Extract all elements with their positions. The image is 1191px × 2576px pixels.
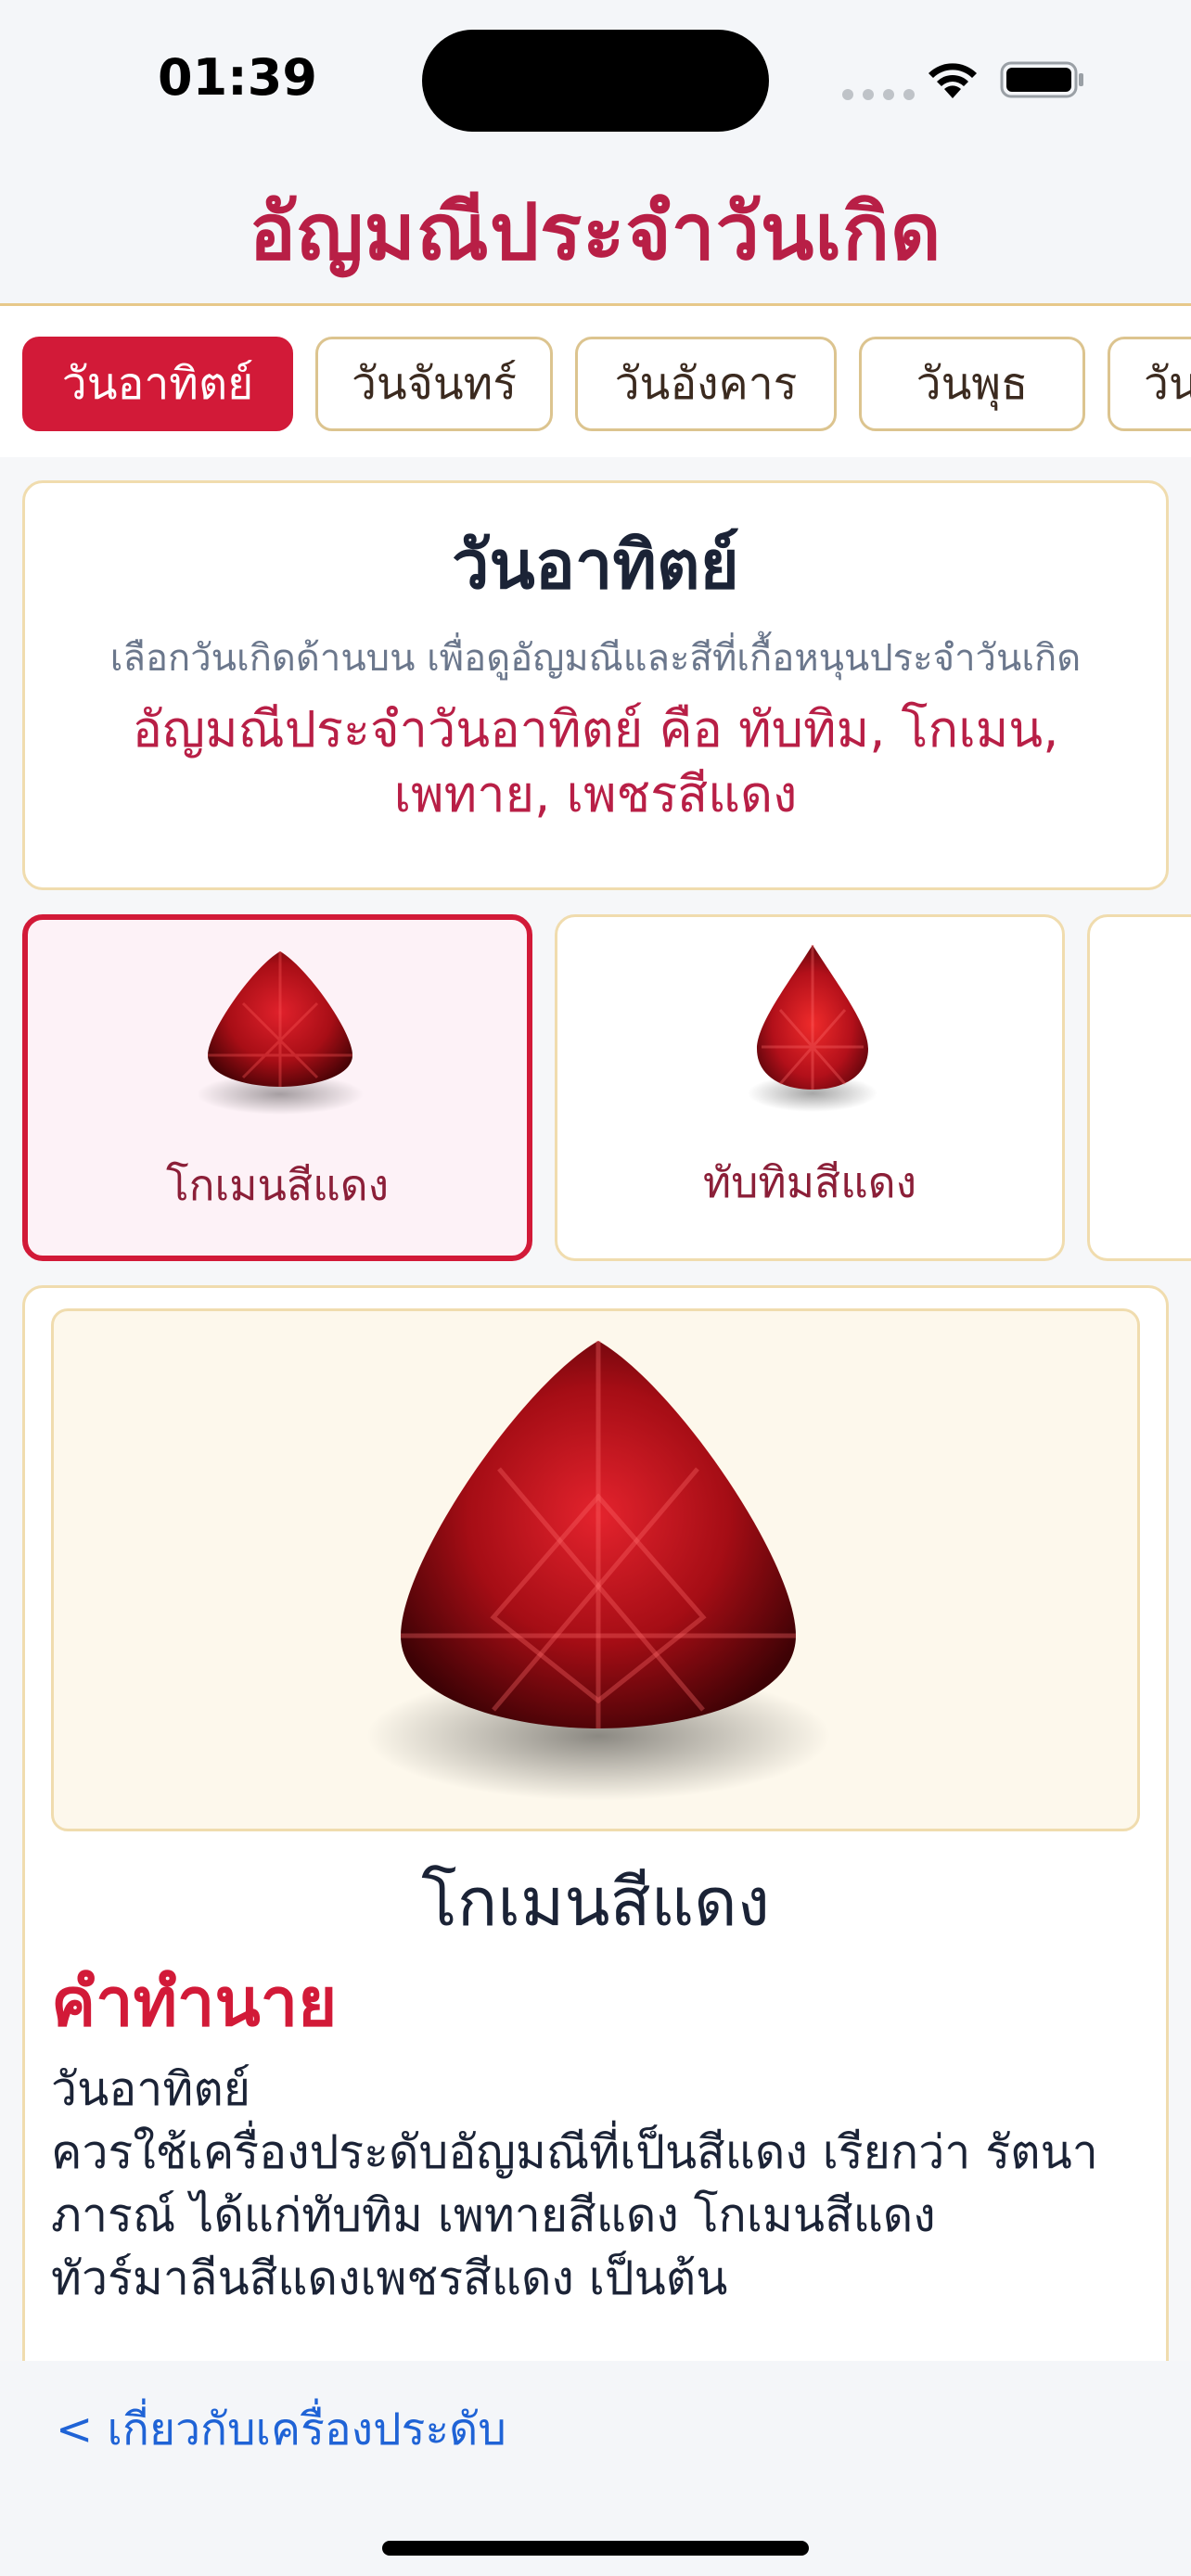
battery-icon [1000,61,1083,98]
page-title: อัญมณีประจำวันเกิด [249,185,942,277]
summary-hint: เลือกวันเกิดด้านบน เพื่อดูอัญมณีและสีที่… [109,637,1082,680]
day-tab-bar[interactable]: วันอาทิตย์ วันจันทร์ วันอังคาร วันพุธ วั… [0,309,1191,457]
trillion-red-gem-large-icon [366,1341,830,1801]
gem-option-label: ทับทิมสีแดง [702,1157,917,1207]
pear-red-gem-icon [748,945,877,1112]
cellular-signal-icon [842,89,915,100]
gem-detail-title: โกเมนสีแดง [421,1863,770,1941]
gem-option-list[interactable]: โกเมนสีแดง ทับทิมสีแดง [0,912,1191,1263]
gem-option-next[interactable] [1087,914,1191,1261]
wifi-icon [928,63,977,98]
prophecy-heading: คำทำนาย [51,1963,338,2041]
dynamic-island [422,30,769,132]
tab-thursday[interactable]: วันพฤหัสบดี [1108,337,1191,431]
gem-detail-image [51,1308,1140,1831]
tab-tuesday[interactable]: วันอังคาร [575,337,837,431]
home-indicator [382,2541,809,2556]
gem-option-label: โกเมนสีแดง [165,1160,390,1210]
summary-gems-text: อัญมณีประจำวันอาทิตย์ คือ ทับทิม, โกเมน,… [132,700,1059,823]
day-summary-card: วันอาทิตย์ เลือกวันเกิดด้านบน เพื่อดูอัญ… [22,480,1169,890]
gem-option-garnet[interactable]: โกเมนสีแดง [22,914,532,1261]
trillion-red-gem-icon [197,951,364,1115]
tab-wednesday[interactable]: วันพุธ [859,337,1085,431]
status-bar: 01:39 [0,0,1191,158]
tab-sunday[interactable]: วันอาทิตย์ [22,337,293,431]
tab-monday[interactable]: วันจันทร์ [315,337,553,431]
status-time: 01:39 [158,48,317,107]
summary-day-title: วันอาทิตย์ [452,526,739,604]
gem-option-ruby[interactable]: ทับทิมสีแดง [555,914,1065,1261]
about-jewelry-link[interactable]: < เกี่ยวกับเครื่องประดับ [56,2394,506,2465]
prophecy-text: วันอาทิตย์ ควรใช้เครื่องประดับอัญมณีที่เ… [51,2062,1098,2305]
page-header: อัญมณีประจำวันเกิด [0,158,1191,306]
